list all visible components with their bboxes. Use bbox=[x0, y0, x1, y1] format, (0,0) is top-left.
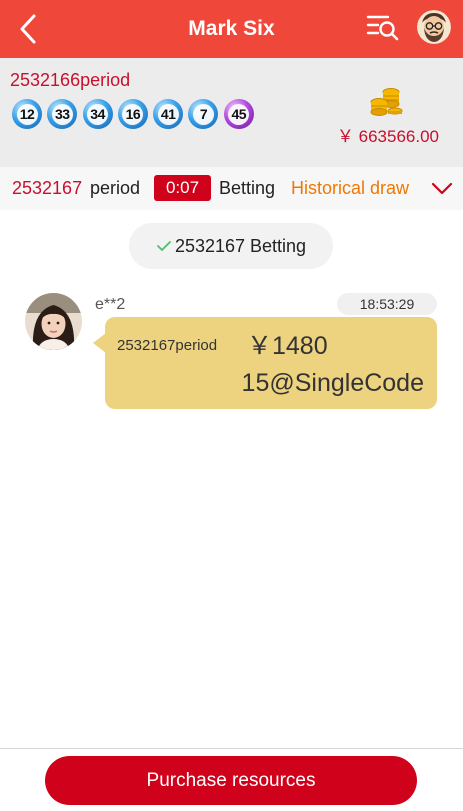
draw-ball-number: 34 bbox=[87, 103, 109, 125]
draw-ball-number: 7 bbox=[192, 103, 214, 125]
bet-period: 2532167period bbox=[117, 337, 218, 354]
sender-name: e**2 bbox=[95, 296, 126, 313]
draw-ball: 33 bbox=[47, 99, 78, 129]
system-notice: 2532167 Betting bbox=[129, 223, 333, 269]
sender-avatar[interactable] bbox=[25, 293, 82, 350]
girl-avatar-icon bbox=[25, 293, 82, 350]
draw-ball: 34 bbox=[82, 99, 113, 129]
last-period-label: 2532166period bbox=[10, 70, 131, 90]
draw-ball-number: 33 bbox=[51, 103, 73, 125]
draw-ball: 45 bbox=[223, 99, 254, 129]
current-period-suffix: period bbox=[90, 178, 141, 198]
notice-text: 2532167 Betting bbox=[174, 235, 307, 256]
draw-result-balls: 12 33 34 16 41 7 45 bbox=[12, 99, 259, 129]
menu-search-icon bbox=[366, 15, 399, 41]
bet-message-bubble[interactable]: 2532167period ￥1480 15@SingleCode bbox=[105, 317, 437, 409]
betting-status: Betting bbox=[219, 178, 276, 198]
current-period-bar: 2532167 period 0:07 Betting Historical d… bbox=[0, 167, 463, 210]
app-header: Mark Six bbox=[0, 0, 463, 58]
check-icon bbox=[157, 241, 171, 251]
bet-amount: ￥1480 bbox=[247, 332, 328, 360]
purchase-resources-button[interactable]: Purchase resources bbox=[45, 756, 417, 805]
draw-ball-number: 41 bbox=[157, 103, 179, 125]
draw-ball: 16 bbox=[117, 99, 148, 129]
draw-ball-number: 45 bbox=[228, 103, 250, 125]
current-period-number: 2532167 bbox=[12, 178, 83, 198]
historical-draw-link[interactable]: Historical draw bbox=[291, 178, 409, 199]
draw-ball-number: 12 bbox=[16, 103, 38, 125]
countdown-timer: 0:07 bbox=[154, 175, 211, 201]
bet-code: 15@SingleCode bbox=[241, 369, 424, 397]
bearded-man-avatar-icon bbox=[417, 10, 451, 44]
last-draw-panel: 2532166period 12 33 34 16 41 7 45 ￥ 663566.00 bbox=[0, 58, 463, 167]
chevron-down-icon[interactable] bbox=[430, 180, 454, 198]
user-avatar-button[interactable] bbox=[417, 10, 451, 44]
footer-divider bbox=[0, 748, 463, 749]
account-balance: ￥ 663566.00 bbox=[336, 127, 439, 146]
menu-search-button[interactable] bbox=[366, 12, 400, 42]
draw-ball: 41 bbox=[153, 99, 184, 129]
draw-ball: 12 bbox=[12, 99, 42, 129]
draw-ball: 7 bbox=[188, 99, 219, 129]
draw-ball-number: 16 bbox=[122, 103, 144, 125]
gold-coins-icon bbox=[367, 84, 403, 118]
message-time: 18:53:29 bbox=[337, 293, 437, 315]
